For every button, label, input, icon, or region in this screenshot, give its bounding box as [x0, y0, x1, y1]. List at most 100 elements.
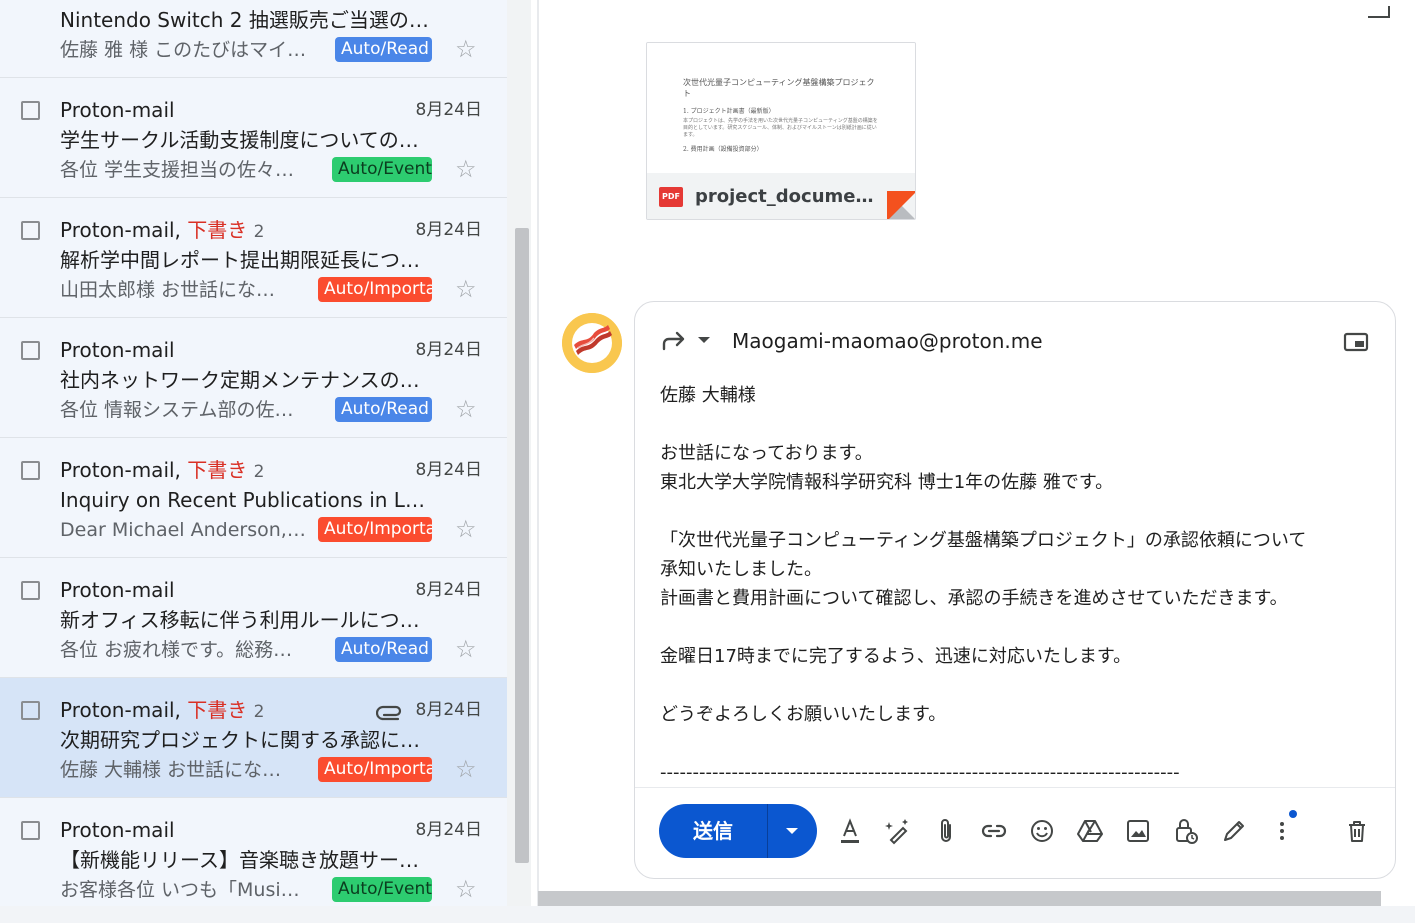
- mail-list: Nintendo Switch 2 抽選販売ご当選のお… 佐藤 雅 様 このたび…: [0, 0, 507, 906]
- drive-icon[interactable]: [1075, 816, 1105, 846]
- emoji-icon[interactable]: [1027, 816, 1057, 846]
- body-line: 金曜日17時までに完了するよう、迅速に対応いたします。: [660, 646, 1132, 667]
- notification-dot: [1289, 810, 1297, 818]
- reading-pane-scrollbar[interactable]: [538, 891, 1381, 906]
- sender-name: Proton-mail: [60, 98, 175, 122]
- mail-sender: Proton-mail, 下書き 2: [60, 697, 264, 725]
- star-icon[interactable]: ☆: [455, 157, 477, 181]
- sender-name: Proton-mail,: [60, 218, 181, 242]
- preview-section: 1. プロジェクト計画書（最新版）: [683, 108, 775, 115]
- label-badge[interactable]: Auto/Event: [332, 157, 432, 182]
- send-button-group[interactable]: 送信: [659, 804, 817, 858]
- mail-subject: 学生サークル活動支援制度についての…: [60, 128, 419, 152]
- more-options-icon[interactable]: [1267, 816, 1297, 846]
- attachment-card[interactable]: 次世代光量子コンピューティング基盤構築プロジェクト 1. プロジェクト計画書（最…: [646, 42, 916, 220]
- mail-row[interactable]: Proton-mail, 下書き 2 8月24日 解析学中間レポート提出期限延長…: [0, 198, 507, 318]
- mail-snippet: 各位 学生支援担当の佐々…: [60, 159, 295, 181]
- label-badge[interactable]: Auto/Importa: [318, 517, 432, 542]
- thread-count: 2: [253, 702, 265, 722]
- star-icon[interactable]: ☆: [455, 277, 477, 301]
- avatar[interactable]: [562, 313, 622, 373]
- select-checkbox[interactable]: [21, 101, 40, 120]
- mail-row-partial[interactable]: Nintendo Switch 2 抽選販売ご当選のお… 佐藤 雅 様 このたび…: [0, 0, 507, 78]
- sender-name: Proton-mail: [60, 818, 175, 842]
- page-footer-strip: [0, 906, 1415, 923]
- sender-name: Proton-mail,: [60, 698, 181, 722]
- mail-sender: Proton-mail: [60, 97, 175, 123]
- mail-date: 8月24日: [415, 100, 482, 120]
- confidential-lock-icon[interactable]: [1171, 816, 1201, 846]
- mail-sender: Proton-mail, 下書き 2: [60, 457, 264, 485]
- mail-snippet: 各位 情報システム部の佐…: [60, 399, 294, 421]
- mail-row[interactable]: Proton-mail, 下書き 2 8月24日 Inquiry on Rece…: [0, 438, 507, 558]
- star-icon[interactable]: ☆: [455, 397, 477, 421]
- mail-sender: Proton-mail: [60, 817, 175, 843]
- star-icon[interactable]: ☆: [455, 37, 477, 61]
- trash-icon[interactable]: [1342, 816, 1372, 846]
- mail-date: 8月24日: [415, 700, 482, 720]
- label-badge[interactable]: Auto/Read: [335, 37, 432, 62]
- label-badge[interactable]: Auto/Read: [335, 397, 432, 422]
- mail-row-selected[interactable]: Proton-mail, 下書き 2 8月24日 次期研究プロジェクトに関する承…: [0, 678, 507, 798]
- preview-section: 2. 費用計画（設備投資部分）: [683, 146, 763, 153]
- select-checkbox[interactable]: [21, 821, 40, 840]
- sender-name: Proton-mail,: [60, 458, 181, 482]
- attachment-name-bar[interactable]: PDF project_documen…: [647, 173, 915, 219]
- chevron-down-icon[interactable]: [697, 335, 711, 345]
- sender-name: Proton-mail: [60, 578, 175, 602]
- signature-pen-icon[interactable]: [1219, 816, 1249, 846]
- recipient-address[interactable]: Maogami-maomao@proton.me: [732, 328, 1043, 354]
- forward-icon[interactable]: [661, 331, 687, 353]
- link-icon[interactable]: [979, 816, 1009, 846]
- body-line: 東北大学大学院情報科学研究科 博士1年の佐藤 雅です。: [660, 472, 1114, 493]
- open-in-new-icon[interactable]: [1368, 6, 1390, 18]
- mail-subject: 次期研究プロジェクトに関する承認に…: [60, 728, 420, 752]
- mail-subject: Nintendo Switch 2 抽選販売ご当選のお…: [60, 8, 436, 32]
- page-fold-accent: [887, 191, 915, 219]
- label-badge[interactable]: Auto/Importa: [318, 277, 432, 302]
- mail-sender: Proton-mail: [60, 577, 175, 603]
- text-format-icon[interactable]: [835, 816, 865, 846]
- star-icon[interactable]: ☆: [455, 877, 477, 901]
- mail-date: 8月24日: [415, 580, 482, 600]
- label-badge[interactable]: Auto/Importa: [318, 757, 432, 782]
- select-checkbox[interactable]: [21, 341, 40, 360]
- select-checkbox[interactable]: [21, 581, 40, 600]
- mail-date: 8月24日: [415, 460, 482, 480]
- mail-list-scrollbar-thumb[interactable]: [515, 228, 529, 863]
- mail-row[interactable]: Proton-mail 8月24日 【新機能リリース】音楽聴き放題サー… お客様…: [0, 798, 507, 906]
- mail-row[interactable]: Proton-mail 8月24日 社内ネットワーク定期メンテナンスの… 各位 …: [0, 318, 507, 438]
- mail-snippet: 佐藤 雅 様 このたびはマイ…: [60, 39, 307, 61]
- select-checkbox[interactable]: [21, 221, 40, 240]
- attach-icon[interactable]: [931, 816, 961, 846]
- body-line: どうぞよろしくお願いいたします。: [660, 704, 947, 725]
- magic-pen-icon[interactable]: [883, 816, 913, 846]
- thread-count: 2: [253, 462, 265, 482]
- image-icon[interactable]: [1123, 816, 1153, 846]
- preview-paragraph: 本プロジェクトは、先学の手法を用いた次世代光量子コンピューティング基盤の構築を目…: [683, 118, 878, 138]
- mail-date: 8月24日: [415, 820, 482, 840]
- star-icon[interactable]: ☆: [455, 637, 477, 661]
- star-icon[interactable]: ☆: [455, 517, 477, 541]
- send-button[interactable]: 送信: [659, 804, 767, 858]
- mail-subject: 新オフィス移転に伴う利用ルールにつ…: [60, 608, 420, 632]
- body-greeting: 佐藤 大輔様: [660, 385, 756, 406]
- mail-row[interactable]: Proton-mail 8月24日 学生サークル活動支援制度についての… 各位 …: [0, 78, 507, 198]
- mail-subject: 【新機能リリース】音楽聴き放題サー…: [60, 848, 419, 872]
- star-icon[interactable]: ☆: [455, 757, 477, 781]
- mail-snippet: 山田太郎様 お世話にな…: [60, 279, 276, 301]
- mail-snippet: お客様各位 いつも「Musi…: [60, 879, 300, 901]
- label-badge[interactable]: Auto/Read: [335, 637, 432, 662]
- body-line: 「次世代光量子コンピューティング基盤構築プロジェクト」の承認依頼について: [660, 530, 1307, 551]
- mail-row[interactable]: Proton-mail 8月24日 新オフィス移転に伴う利用ルールにつ… 各位 …: [0, 558, 507, 678]
- mail-subject: Inquiry on Recent Publications in Larg…: [60, 488, 436, 512]
- mail-subject: 解析学中間レポート提出期限延長につ…: [60, 248, 420, 272]
- popout-icon[interactable]: [1343, 332, 1369, 352]
- label-badge[interactable]: Auto/Event: [332, 877, 432, 902]
- message-body[interactable]: 佐藤 大輔様 お世話になっております。 東北大学大学院情報科学研究科 博士1年の…: [660, 381, 1380, 787]
- select-checkbox[interactable]: [21, 701, 40, 720]
- attachment-preview: 次世代光量子コンピューティング基盤構築プロジェクト 1. プロジェクト計画書（最…: [647, 43, 915, 173]
- reply-compose-box[interactable]: Maogami-maomao@proton.me 佐藤 大輔様 お世話になってお…: [634, 301, 1396, 879]
- send-options-chevron-icon[interactable]: [768, 804, 817, 858]
- select-checkbox[interactable]: [21, 461, 40, 480]
